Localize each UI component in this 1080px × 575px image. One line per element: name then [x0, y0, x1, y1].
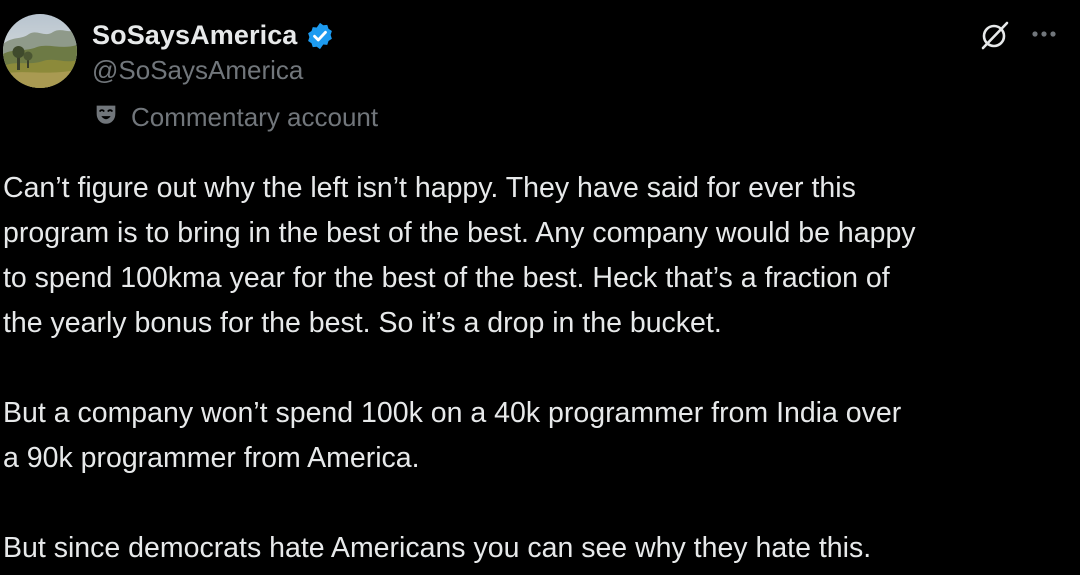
account-label-text: Commentary account	[131, 101, 379, 132]
tweet-paragraph: But a company won’t spend 100k on a 40k …	[3, 397, 902, 474]
account-label: Commentary account	[92, 99, 378, 135]
more-options-icon[interactable]	[1027, 20, 1061, 48]
grok-icon[interactable]	[978, 18, 1012, 52]
author-handle[interactable]: @SoSaysAmerica	[92, 55, 303, 86]
avatar[interactable]	[3, 14, 77, 88]
theater-mask-icon	[92, 101, 120, 134]
avatar-image	[3, 14, 77, 88]
tweet-paragraph: Can’t figure out why the left isn’t happ…	[3, 172, 916, 339]
tweet-card: SoSaysAmerica @SoSaysAmerica Commentary …	[0, 0, 1080, 575]
verified-badge-icon[interactable]	[305, 21, 335, 51]
display-name[interactable]: SoSaysAmerica	[92, 20, 297, 51]
tweet-paragraph: But since democrats hate Americans you c…	[3, 532, 872, 564]
author-name-row: SoSaysAmerica	[92, 16, 335, 54]
tweet-text: Can’t figure out why the left isn’t happ…	[3, 166, 1073, 571]
